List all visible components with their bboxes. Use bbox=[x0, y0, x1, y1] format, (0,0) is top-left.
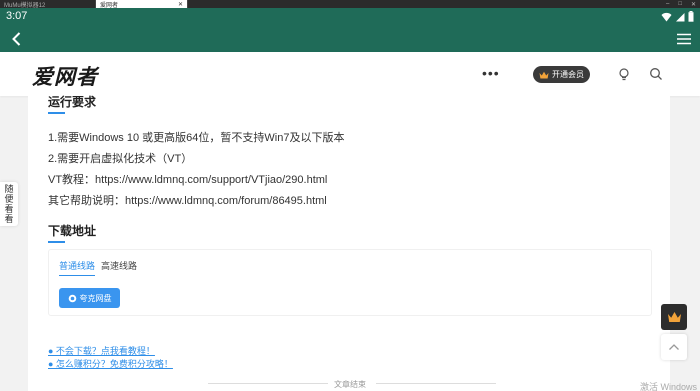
download-title-text: 下载地址 bbox=[48, 224, 97, 238]
emulator-tab-strip: MuMu模拟器12 爱网者 ✕ – □ ✕ bbox=[0, 0, 700, 9]
back-to-top-button[interactable] bbox=[661, 334, 687, 360]
requirements-title-text: 运行要求 bbox=[48, 95, 97, 109]
android-status-bar: 3:07 bbox=[0, 8, 700, 26]
quark-button-label: 夸克网盘 bbox=[79, 293, 112, 303]
site-header: 爱网者 ••• 开通会员 bbox=[0, 52, 700, 96]
battery-icon bbox=[688, 11, 694, 22]
tab-aiwangzhe[interactable]: 爱网者 ✕ bbox=[96, 0, 188, 9]
vip-label: 开通会员 bbox=[552, 70, 584, 79]
vip-button[interactable]: 开通会员 bbox=[533, 66, 590, 83]
crown-icon bbox=[667, 312, 681, 322]
title-underline bbox=[48, 241, 65, 243]
windows-activation-watermark: 激活 Windows bbox=[640, 382, 698, 391]
minimize-icon[interactable]: – bbox=[666, 1, 669, 7]
maximize-icon[interactable]: □ bbox=[678, 1, 682, 7]
article-card: 运行要求 1.需要Windows 10 或更高版64位，暂不支持Win7及以下版… bbox=[28, 93, 670, 391]
theme-icon[interactable] bbox=[617, 67, 631, 81]
wifi-icon bbox=[661, 12, 672, 21]
site-logo[interactable]: 爱网者 bbox=[32, 61, 98, 91]
download-tutorial-link[interactable]: ● 不会下载？点我看教程！ bbox=[48, 344, 155, 357]
app-toolbar bbox=[0, 26, 700, 52]
side-char: 便 bbox=[4, 194, 14, 204]
end-divider-right bbox=[376, 383, 496, 384]
vip-float-button[interactable] bbox=[661, 304, 687, 330]
side-char: 看 bbox=[4, 204, 14, 214]
tab-fast-line[interactable]: 高速线路 bbox=[101, 259, 137, 272]
signal-icon bbox=[676, 12, 685, 21]
more-icon[interactable]: ••• bbox=[482, 65, 500, 81]
back-arrow-icon[interactable] bbox=[8, 30, 26, 48]
tab-normal-line-label: 普通线路 bbox=[59, 261, 96, 271]
quark-icon bbox=[68, 294, 76, 302]
quark-drive-button[interactable]: 夸克网盘 bbox=[59, 288, 120, 308]
hamburger-menu-icon[interactable] bbox=[676, 31, 692, 47]
chevron-up-icon bbox=[669, 344, 679, 350]
end-divider-left bbox=[208, 383, 328, 384]
side-char: 随 bbox=[4, 184, 14, 194]
help-link[interactable]: 其它帮助说明：https://www.ldmnq.com/forum/86495… bbox=[48, 192, 327, 208]
points-guide-link[interactable]: ● 怎么赚积分？免费积分攻略！ bbox=[48, 357, 173, 370]
download-box: 普通线路 高速线路 夸克网盘 bbox=[48, 249, 652, 316]
download-title: 下载地址 bbox=[48, 222, 97, 243]
window-controls: – □ ✕ bbox=[666, 0, 696, 8]
side-char: 看 bbox=[4, 214, 14, 224]
requirement-line: 2.需要开启虚拟化技术（VT） bbox=[48, 153, 193, 165]
crown-icon bbox=[539, 71, 549, 78]
tab-fast-line-label: 高速线路 bbox=[101, 261, 138, 271]
close-window-icon[interactable]: ✕ bbox=[691, 1, 696, 8]
tab-normal-line[interactable]: 普通线路 bbox=[59, 259, 96, 276]
active-tab-underline bbox=[59, 275, 95, 276]
vt-tutorial-link[interactable]: VT教程：https://www.ldmnq.com/support/VTjia… bbox=[48, 171, 327, 187]
system-icons bbox=[661, 11, 694, 22]
requirements-title: 运行要求 bbox=[48, 93, 97, 114]
tab-close-icon[interactable]: ✕ bbox=[178, 1, 183, 8]
article-end-text: 文章结束 bbox=[334, 379, 366, 390]
tab-mumu[interactable]: MuMu模拟器12 bbox=[0, 0, 96, 9]
requirement-line: 1.需要Windows 10 或更高版64位，暂不支持Win7及以下版本 bbox=[48, 132, 345, 144]
title-underline bbox=[48, 112, 65, 114]
status-time: 3:07 bbox=[6, 10, 28, 22]
random-browse-tab[interactable]: 随 便 看 看 bbox=[0, 182, 18, 226]
search-icon[interactable] bbox=[649, 67, 663, 81]
